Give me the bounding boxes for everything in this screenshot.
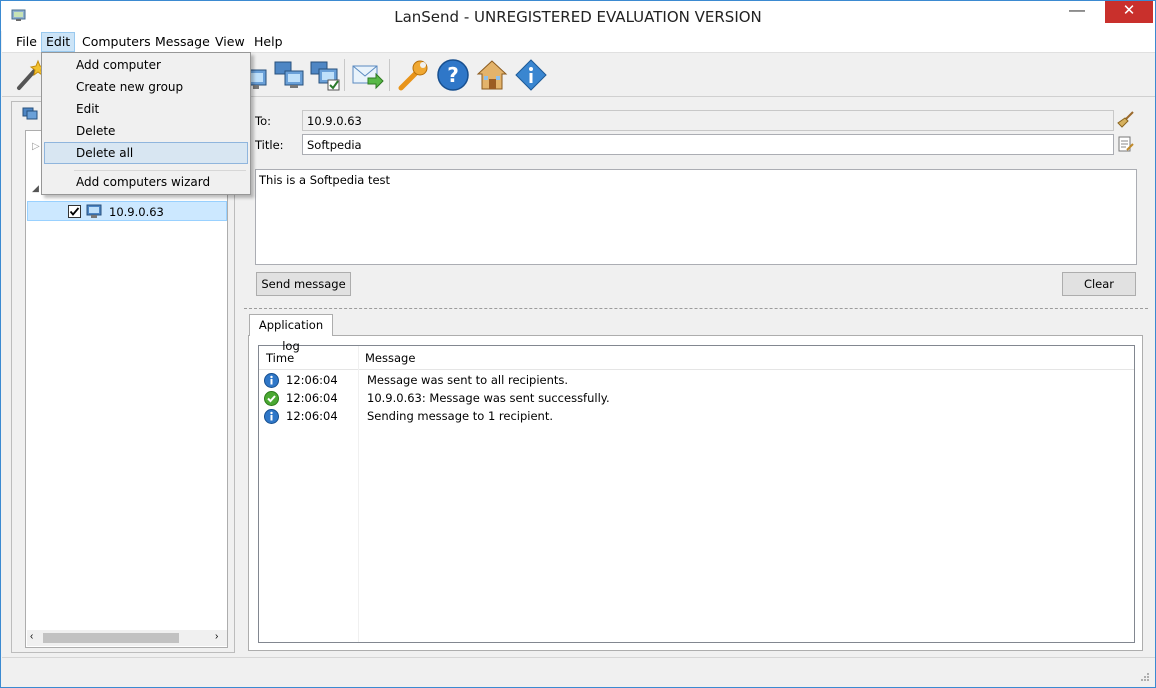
title-bar: LanSend - UNREGISTERED EVALUATION VERSIO… (1, 1, 1155, 31)
menu-item-create-new-group[interactable]: Create new group (44, 76, 248, 98)
log-time: 12:06:04 (286, 391, 338, 405)
send-message-icon[interactable] (350, 58, 384, 92)
scroll-left-icon[interactable]: ‹ (30, 631, 33, 642)
computers-tab-icon (22, 107, 38, 120)
home-icon[interactable] (475, 58, 509, 92)
title-label: Title: (255, 138, 284, 152)
computer-icon (86, 204, 102, 218)
log-row[interactable]: 12:06:04 Message was sent to all recipie… (259, 371, 1134, 389)
log-row[interactable]: 12:06:04 Sending message to 1 recipient. (259, 407, 1134, 425)
message-body-textarea[interactable]: This is a Softpedia test (255, 169, 1137, 265)
send-message-button[interactable]: Send message (256, 272, 351, 296)
log-header: Time Message (259, 346, 1134, 370)
network-computers-icon[interactable] (272, 58, 306, 92)
title-field[interactable]: Softpedia (302, 134, 1114, 155)
menu-computers[interactable]: Computers (78, 32, 155, 52)
toolbar-separator (389, 59, 390, 91)
menu-item-delete-all[interactable]: Delete all (44, 142, 248, 164)
scroll-right-icon[interactable]: › (215, 631, 218, 642)
collapse-arrow-icon[interactable]: ◢ (32, 183, 39, 194)
window-title: LanSend - UNREGISTERED EVALUATION VERSIO… (394, 8, 762, 26)
info-icon[interactable] (514, 58, 548, 92)
toolbar-separator (344, 59, 345, 91)
horizontal-scrollbar[interactable]: ‹ › (27, 630, 227, 646)
help-icon[interactable]: ? (436, 58, 470, 92)
resize-grip-icon[interactable] (1140, 672, 1150, 682)
tree-item-label: 10.9.0.63 (109, 205, 164, 219)
close-button[interactable]: ✕ (1105, 1, 1153, 23)
edit-menu-dropdown: Add computer Create new group Edit Delet… (41, 52, 251, 195)
menu-view[interactable]: View (211, 32, 249, 52)
computer-tree[interactable]: ▷ ◢ 10.9.0.63 ‹ › (25, 130, 228, 648)
menu-bar: File Edit Computers Message View Help (2, 31, 1155, 53)
computer-check-icon[interactable] (308, 58, 342, 92)
menu-help[interactable]: Help (250, 32, 287, 52)
pane-splitter[interactable] (244, 308, 1148, 309)
settings-wrench-icon[interactable] (396, 58, 430, 92)
broom-icon[interactable] (1117, 110, 1135, 128)
log-message: Sending message to 1 recipient. (367, 409, 554, 423)
menu-item-add-computer[interactable]: Add computer (44, 54, 248, 76)
application-log-panel: Time Message 12:06:04 Message was sent t… (248, 335, 1143, 651)
menu-item-edit[interactable]: Edit (44, 98, 248, 120)
svg-text:?: ? (447, 63, 459, 87)
app-window: LanSend - UNREGISTERED EVALUATION VERSIO… (0, 0, 1156, 688)
menu-message[interactable]: Message (151, 32, 214, 52)
scroll-thumb[interactable] (43, 633, 179, 643)
log-time: 12:06:04 (286, 409, 338, 423)
log-message: 10.9.0.63: Message was sent successfully… (367, 391, 610, 405)
info-icon (264, 409, 279, 424)
tab-application-log[interactable]: Application log (249, 314, 333, 353)
menu-edit[interactable]: Edit (41, 32, 76, 52)
tree-item-computer[interactable]: 10.9.0.63 (27, 201, 227, 221)
log-row[interactable]: 12:06:04 10.9.0.63: Message was sent suc… (259, 389, 1134, 407)
menu-item-add-computers-wizard[interactable]: Add computers wizard (44, 171, 248, 193)
log-list[interactable]: Time Message 12:06:04 Message was sent t… (258, 345, 1135, 643)
log-time: 12:06:04 (286, 373, 338, 387)
status-bar (2, 657, 1155, 687)
notes-icon[interactable] (1117, 135, 1135, 153)
menu-item-delete[interactable]: Delete (44, 120, 248, 142)
to-label: To: (255, 114, 271, 128)
menu-file[interactable]: File (12, 32, 41, 52)
to-field[interactable]: 10.9.0.63 (302, 110, 1114, 131)
info-icon (264, 373, 279, 388)
log-message: Message was sent to all recipients. (367, 373, 569, 387)
checkbox-checked[interactable] (68, 205, 81, 218)
expand-arrow-icon[interactable]: ▷ (32, 141, 40, 152)
clear-button[interactable]: Clear (1062, 272, 1136, 296)
minimize-button[interactable]: — (1063, 1, 1091, 23)
success-check-icon (264, 391, 279, 406)
column-message[interactable]: Message (365, 351, 415, 365)
